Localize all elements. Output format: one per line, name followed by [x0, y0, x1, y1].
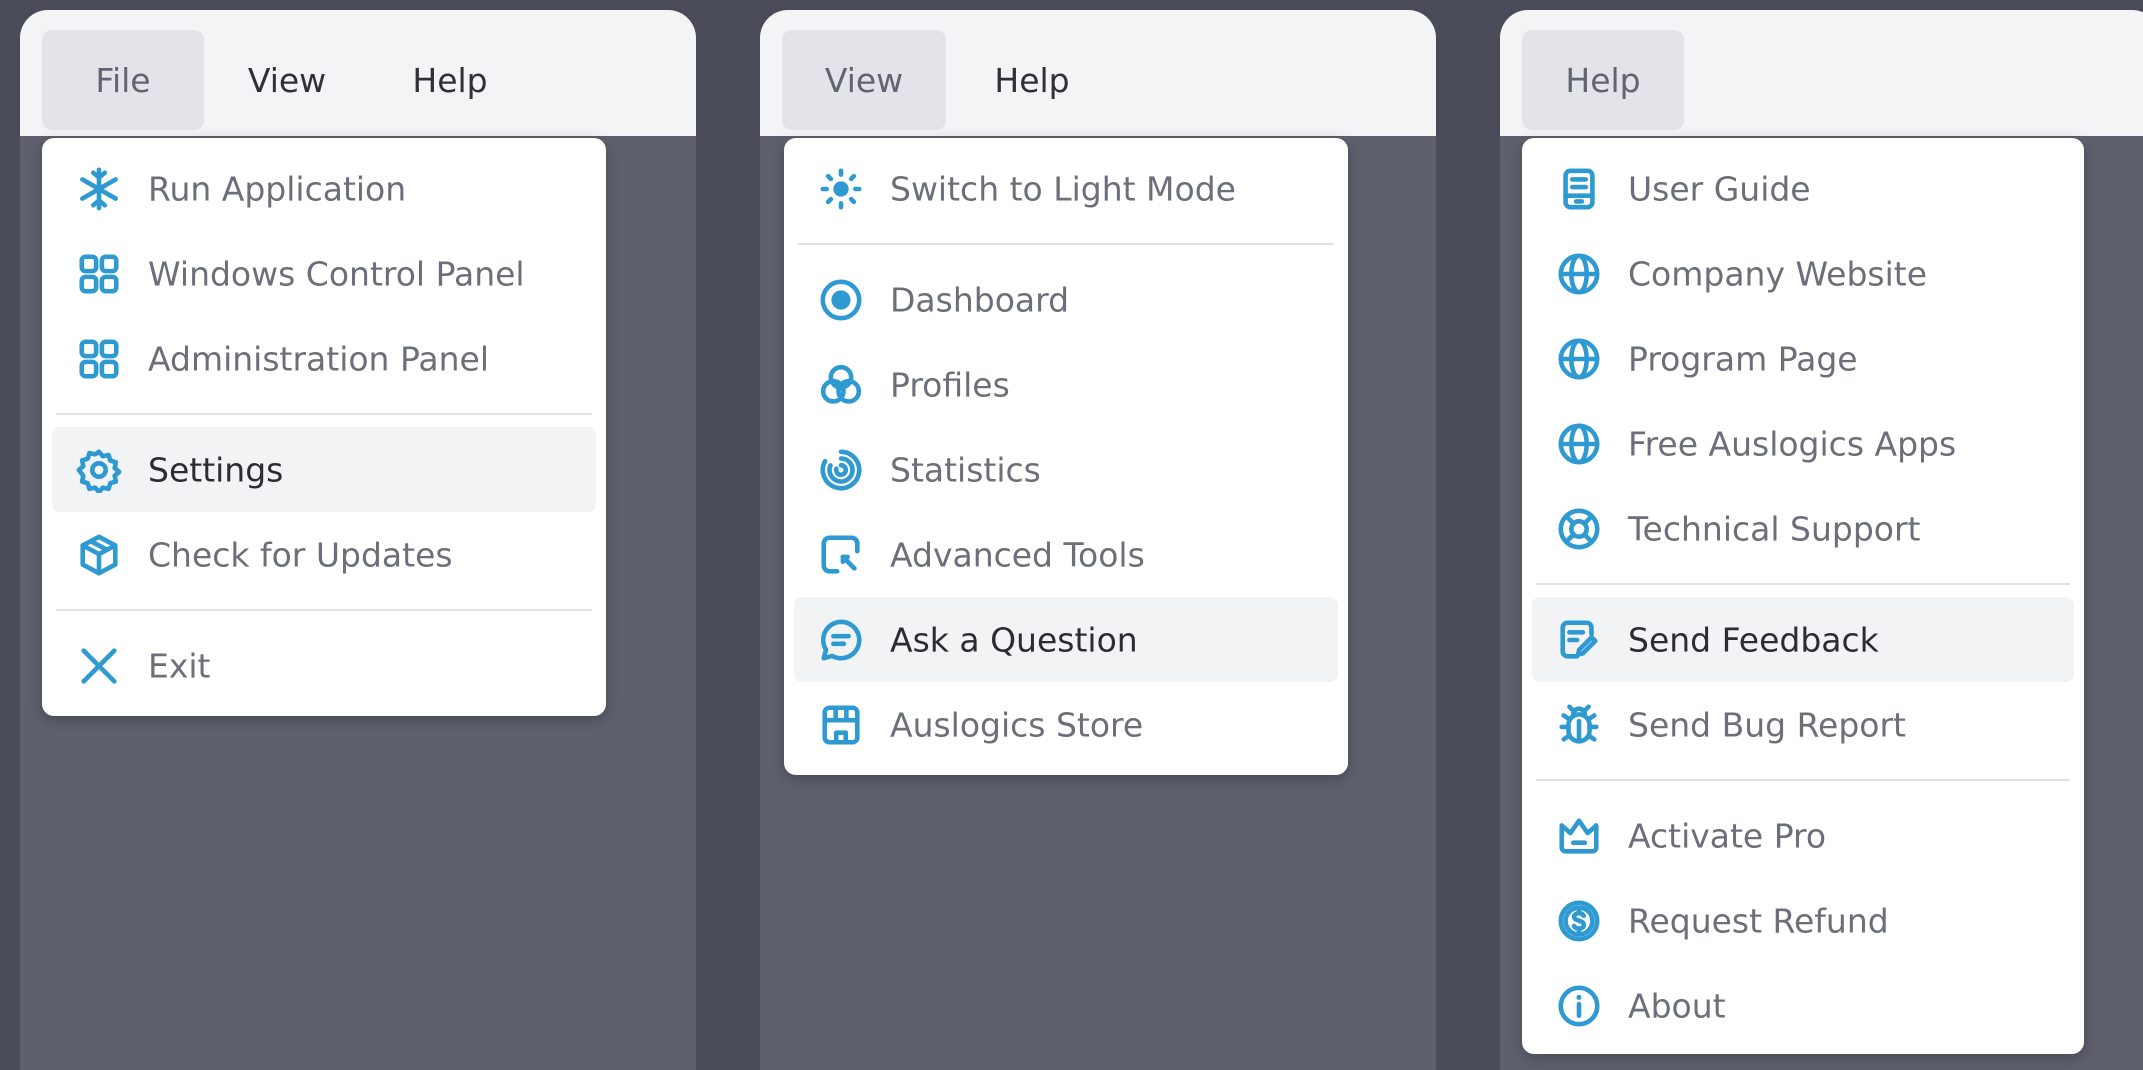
menu-item-label: Settings — [148, 450, 284, 489]
help-dropdown: User Guide Company Website Program Page … — [1522, 138, 2084, 1054]
globe-icon — [1556, 251, 1602, 297]
grid-icon — [76, 251, 122, 297]
separator — [1536, 583, 2070, 585]
globe-icon — [1556, 421, 1602, 467]
menu-item-auslogics-store[interactable]: Auslogics Store — [794, 682, 1338, 767]
menu-item-send-bug-report[interactable]: Send Bug Report — [1532, 682, 2074, 767]
menu-item-label: User Guide — [1628, 169, 1811, 208]
menu-item-ask-a-question[interactable]: Ask a Question — [794, 597, 1338, 682]
menu-item-windows-control-panel[interactable]: Windows Control Panel — [52, 231, 596, 316]
menu-item-label: Run Application — [148, 169, 407, 208]
close-icon — [76, 643, 122, 689]
menu-item-label: Windows Control Panel — [148, 254, 525, 293]
menu-item-label: Switch to Light Mode — [890, 169, 1236, 208]
box-icon — [76, 532, 122, 578]
dashboard-icon — [818, 277, 864, 323]
file-dropdown: Run Application Windows Control Panel Ad… — [42, 138, 606, 716]
menu-bar: File View Help — [20, 10, 696, 136]
menu-item-label: Profiles — [890, 365, 1010, 404]
menu-item-activate-pro[interactable]: Activate Pro — [1532, 793, 2074, 878]
menu-bar: View Help — [760, 10, 1436, 136]
menu-item-label: Exit — [148, 646, 211, 685]
menu-item-run-application[interactable]: Run Application — [52, 146, 596, 231]
chat-icon — [818, 617, 864, 663]
gear-icon — [76, 447, 122, 493]
view-menu-panel: View Help Switch to Light Mode Dashboard… — [760, 10, 1436, 1070]
bug-icon — [1556, 702, 1602, 748]
menu-item-company-website[interactable]: Company Website — [1532, 231, 2074, 316]
menu-item-check-for-updates[interactable]: Check for Updates — [52, 512, 596, 597]
menu-item-dashboard[interactable]: Dashboard — [794, 257, 1338, 342]
sun-icon — [818, 166, 864, 212]
info-icon — [1556, 983, 1602, 1029]
menu-item-program-page[interactable]: Program Page — [1532, 316, 2074, 401]
separator — [1536, 779, 2070, 781]
menu-item-label: Free Auslogics Apps — [1628, 424, 1957, 463]
menu-item-label: Technical Support — [1628, 509, 1921, 548]
store-icon — [818, 702, 864, 748]
menu-item-switch-to-light-mode[interactable]: Switch to Light Mode — [794, 146, 1338, 231]
menu-item-send-feedback[interactable]: Send Feedback — [1532, 597, 2074, 682]
menu-item-label: Ask a Question — [890, 620, 1138, 659]
dollar-icon — [1556, 898, 1602, 944]
menu-item-label: About — [1628, 986, 1726, 1025]
menu-help[interactable]: Help — [370, 30, 530, 130]
menu-item-exit[interactable]: Exit — [52, 623, 596, 708]
menu-item-technical-support[interactable]: Technical Support — [1532, 486, 2074, 571]
separator — [56, 413, 592, 415]
globe-icon — [1556, 336, 1602, 382]
menu-item-free-auslogics-apps[interactable]: Free Auslogics Apps — [1532, 401, 2074, 486]
advanced-tools-icon — [818, 532, 864, 578]
feedback-icon — [1556, 617, 1602, 663]
menu-item-about[interactable]: About — [1532, 963, 2074, 1048]
menu-bar: Help — [1500, 10, 2143, 136]
profiles-icon — [818, 362, 864, 408]
menu-file[interactable]: File — [42, 30, 204, 130]
menu-item-label: Program Page — [1628, 339, 1858, 378]
menu-item-label: Check for Updates — [148, 535, 453, 574]
menu-item-label: Activate Pro — [1628, 816, 1827, 855]
snowflake-icon — [76, 166, 122, 212]
menu-item-label: Request Refund — [1628, 901, 1889, 940]
menu-item-settings[interactable]: Settings — [52, 427, 596, 512]
menu-item-label: Advanced Tools — [890, 535, 1145, 574]
menu-help[interactable]: Help — [952, 30, 1112, 130]
menu-item-label: Dashboard — [890, 280, 1070, 319]
menu-view[interactable]: View — [212, 30, 362, 130]
menu-view[interactable]: View — [782, 30, 946, 130]
grid-icon — [76, 336, 122, 382]
menu-item-profiles[interactable]: Profiles — [794, 342, 1338, 427]
file-menu-panel: File View Help Run Application Windows C… — [20, 10, 696, 1070]
menu-item-administration-panel[interactable]: Administration Panel — [52, 316, 596, 401]
statistics-icon — [818, 447, 864, 493]
help-menu-panel: Help User Guide Company Website Program … — [1500, 10, 2143, 1070]
menu-item-label: Auslogics Store — [890, 705, 1144, 744]
menu-item-label: Send Feedback — [1628, 620, 1879, 659]
menu-item-label: Send Bug Report — [1628, 705, 1906, 744]
separator — [56, 609, 592, 611]
crown-icon — [1556, 813, 1602, 859]
menu-item-label: Statistics — [890, 450, 1041, 489]
menu-item-user-guide[interactable]: User Guide — [1532, 146, 2074, 231]
menu-item-label: Company Website — [1628, 254, 1928, 293]
menu-item-statistics[interactable]: Statistics — [794, 427, 1338, 512]
lifebuoy-icon — [1556, 506, 1602, 552]
view-dropdown: Switch to Light Mode Dashboard Profiles … — [784, 138, 1348, 775]
menu-item-advanced-tools[interactable]: Advanced Tools — [794, 512, 1338, 597]
separator — [798, 243, 1334, 245]
menu-item-label: Administration Panel — [148, 339, 489, 378]
menu-item-request-refund[interactable]: Request Refund — [1532, 878, 2074, 963]
guide-icon — [1556, 166, 1602, 212]
menu-help[interactable]: Help — [1522, 30, 1684, 130]
